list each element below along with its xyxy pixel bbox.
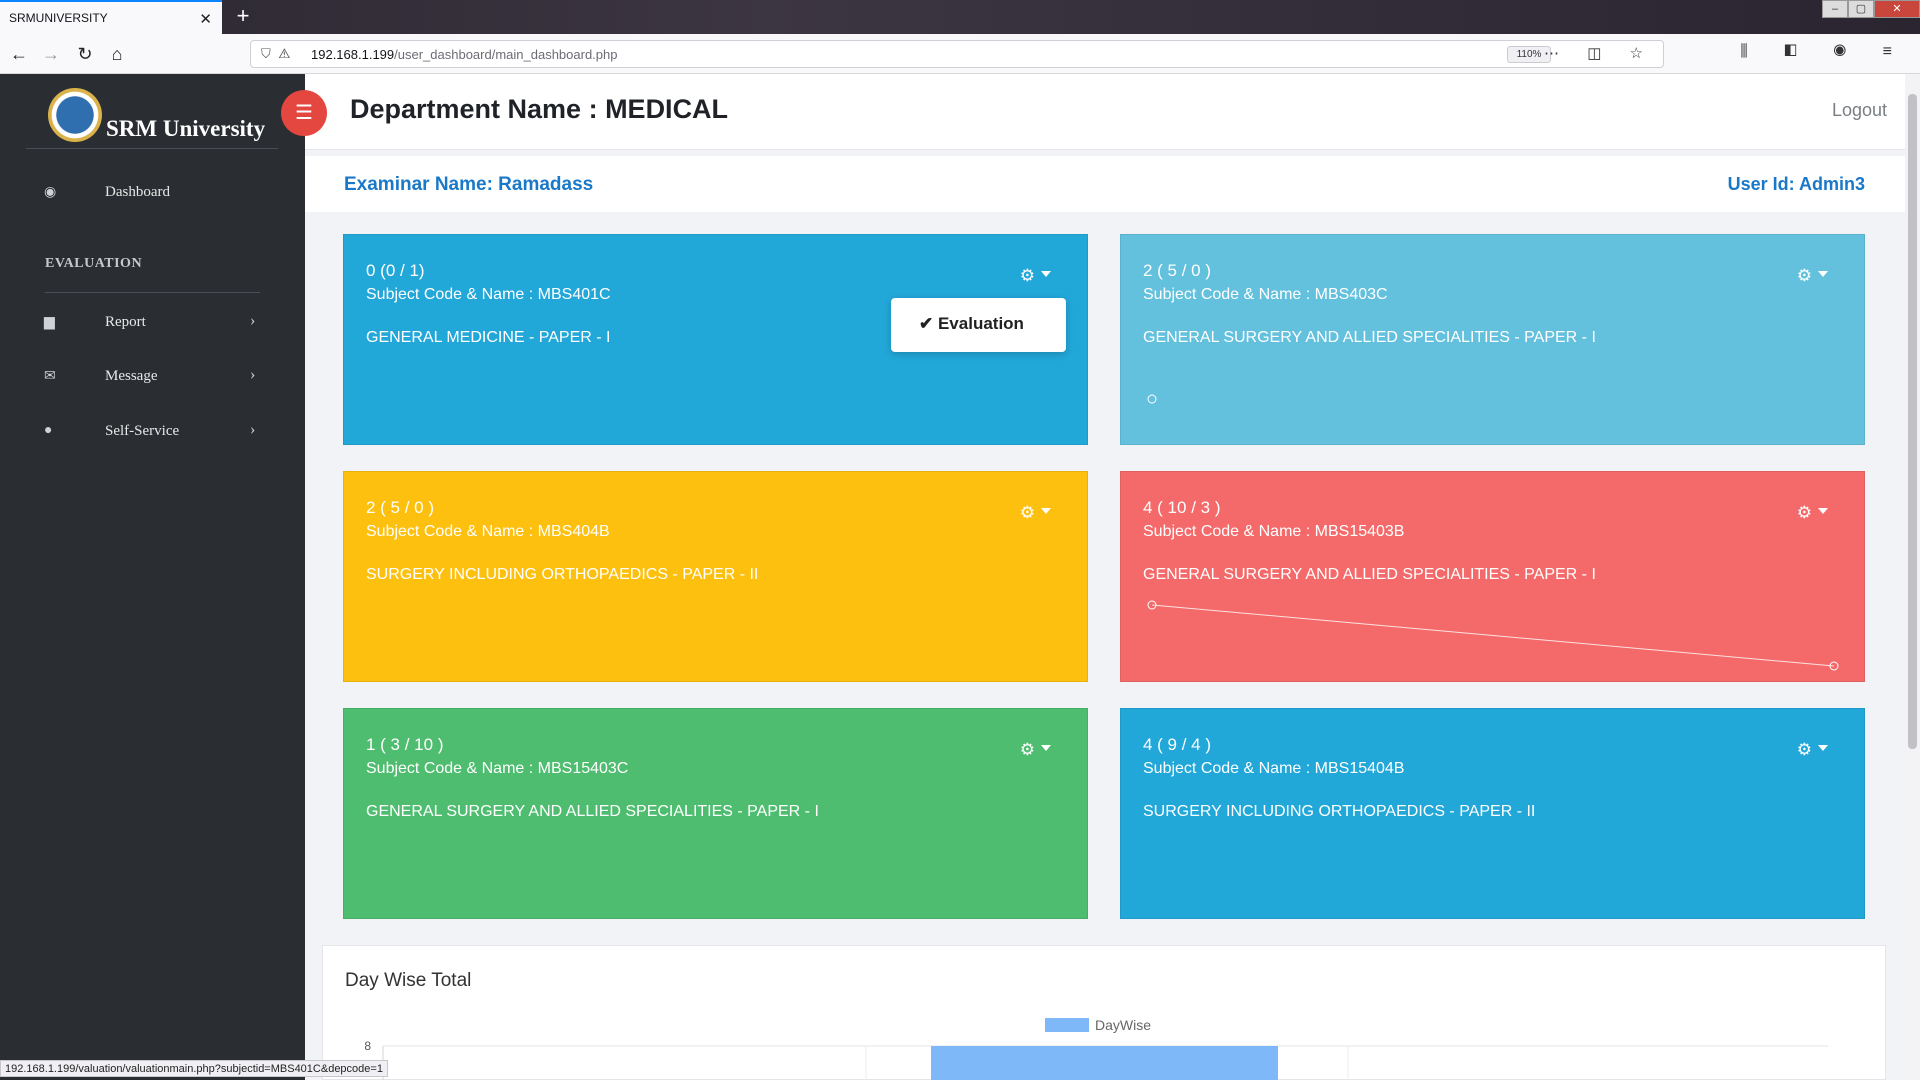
- card-count: 1 ( 3 / 10 ): [366, 735, 444, 754]
- divider: [45, 292, 260, 293]
- examiner-bar: Examinar Name: Ramadass User Id: Admin3: [305, 156, 1905, 212]
- sidebar-item-message[interactable]: ✉ Message ›: [0, 364, 305, 394]
- subject-card[interactable]: 0 (0 / 1) Subject Code & Name : MBS401C …: [343, 234, 1088, 445]
- sidebar-item-label: Self-Service: [105, 423, 180, 439]
- new-tab-icon[interactable]: +: [230, 2, 256, 30]
- sparkline: [1147, 394, 1157, 404]
- browser-tab[interactable]: SRMUNIVERSITY ✕: [0, 0, 222, 34]
- brand-name: SRM University: [106, 116, 266, 141]
- chevron-right-icon: ›: [250, 366, 256, 383]
- minimize-icon[interactable]: –: [1822, 0, 1848, 18]
- gear-icon[interactable]: ⚙: [1020, 266, 1035, 286]
- sidebar-item-self-service[interactable]: ● Self-Service ›: [0, 419, 305, 449]
- dashboard-icon: ◉: [44, 185, 57, 200]
- user-icon: ●: [44, 423, 53, 438]
- y-tick-label: 8: [364, 1039, 371, 1053]
- chevron-right-icon: ›: [250, 421, 256, 438]
- caret-down-icon[interactable]: [1041, 508, 1051, 514]
- sidebar-item-label: Message: [105, 368, 158, 384]
- browser-navbar: ← → ↻ ⌂ ⛉⚠ 192.168.1.199/user_dashboard/…: [0, 34, 1920, 74]
- sidebar-item-label: Report: [105, 314, 146, 330]
- subject-card[interactable]: 4 ( 9 / 4 ) Subject Code & Name : MBS154…: [1120, 708, 1865, 919]
- caret-down-icon[interactable]: [1041, 271, 1051, 277]
- vertical-scrollbar[interactable]: [1905, 74, 1920, 1080]
- tab-title: SRMUNIVERSITY: [9, 11, 108, 25]
- caret-down-icon[interactable]: [1041, 745, 1051, 751]
- sidebar-item-report[interactable]: ▆ Report ›: [0, 310, 305, 340]
- user-id: User Id: Admin3: [1727, 174, 1865, 194]
- envelope-icon: ✉: [44, 369, 56, 384]
- gear-icon[interactable]: ⚙: [1020, 740, 1035, 760]
- section-title: EVALUATION: [45, 256, 143, 271]
- card-subject-name: SURGERY INCLUDING ORTHOPAEDICS - PAPER -…: [1143, 803, 1536, 820]
- university-logo: [48, 88, 102, 142]
- gear-icon[interactable]: ⚙: [1797, 740, 1812, 760]
- maximize-icon[interactable]: ▢: [1848, 0, 1874, 18]
- subject-card[interactable]: 4 ( 10 / 3 ) Subject Code & Name : MBS15…: [1120, 471, 1865, 682]
- day-wise-chart: DayWise 8: [364, 1017, 1828, 1080]
- card-subject-code: Subject Code & Name : MBS15404B: [1143, 760, 1405, 777]
- tab-close-icon[interactable]: ✕: [199, 10, 212, 28]
- page-actions-icon[interactable]: ⋯ ◫ ☆: [1544, 44, 1655, 62]
- gear-icon[interactable]: ⚙: [1020, 503, 1035, 523]
- file-icon: ▆: [44, 315, 55, 330]
- card-count: 2 ( 5 / 0 ): [366, 498, 435, 517]
- back-icon[interactable]: ←: [6, 41, 32, 67]
- card-subject-name: GENERAL SURGERY AND ALLIED SPECIALITIES …: [366, 803, 819, 820]
- card-subject-code: Subject Code & Name : MBS15403C: [366, 760, 629, 777]
- url-bar[interactable]: ⛉⚠ 192.168.1.199/user_dashboard/main_das…: [250, 40, 1664, 68]
- shield-icon: ⛉⚠: [261, 46, 298, 61]
- dropdown-label: Evaluation: [937, 314, 1024, 333]
- examiner-name: Examinar Name: Ramadass: [344, 174, 594, 195]
- subject-card[interactable]: 1 ( 3 / 10 ) Subject Code & Name : MBS15…: [343, 708, 1088, 919]
- browser-tabbar: SRMUNIVERSITY ✕ + – ▢ ✕: [0, 0, 1920, 34]
- evaluation-menu-item[interactable]: ✔ Evaluation: [891, 298, 1066, 352]
- sparkline: [1147, 600, 1839, 671]
- sidebar-item-dashboard[interactable]: ◉ Dashboard: [0, 180, 305, 210]
- subject-card[interactable]: 2 ( 5 / 0 ) Subject Code & Name : MBS403…: [1120, 234, 1865, 445]
- page-title: Department Name : MEDICAL: [350, 94, 729, 124]
- card-subject-name: GENERAL MEDICINE - PAPER - I: [366, 329, 611, 346]
- caret-down-icon[interactable]: [1818, 745, 1828, 751]
- page-header: ☰ Department Name : MEDICAL Logout: [281, 74, 1905, 150]
- forward-icon[interactable]: →: [38, 41, 64, 67]
- home-icon[interactable]: ⌂: [104, 41, 130, 67]
- status-url: 192.168.1.199/valuation/valuationmain.ph…: [0, 1060, 388, 1077]
- window-controls: – ▢ ✕: [1822, 0, 1920, 20]
- close-window-icon[interactable]: ✕: [1874, 0, 1920, 18]
- chevron-right-icon: ›: [250, 312, 256, 329]
- url-text: 192.168.1.199/user_dashboard/main_dashbo…: [311, 47, 618, 62]
- card-subject-code: Subject Code & Name : MBS401C: [366, 286, 611, 303]
- logout-link[interactable]: Logout: [1832, 100, 1887, 121]
- divider: [26, 148, 278, 149]
- reload-icon[interactable]: ↻: [72, 41, 98, 67]
- chart-panel: Day Wise Total DayWise 8: [322, 945, 1886, 1080]
- check-icon: ✔: [919, 314, 938, 333]
- bar: [931, 1046, 1278, 1080]
- legend-label: DayWise: [1095, 1017, 1151, 1033]
- card-count: 4 ( 9 / 4 ): [1143, 735, 1212, 754]
- card-count: 0 (0 / 1): [366, 261, 425, 280]
- subject-card[interactable]: 2 ( 5 / 0 ) Subject Code & Name : MBS404…: [343, 471, 1088, 682]
- sidebar: SRM University ◉ Dashboard EVALUATION ▆ …: [0, 74, 305, 1080]
- toolbar-icons[interactable]: ⫼ ◧ ◉ ≡: [1740, 43, 1908, 61]
- card-subject-name: SURGERY INCLUDING ORTHOPAEDICS - PAPER -…: [366, 566, 759, 583]
- scrollbar-thumb[interactable]: [1908, 94, 1917, 749]
- legend-swatch: [1045, 1018, 1089, 1032]
- card-subject-code: Subject Code & Name : MBS404B: [366, 523, 610, 540]
- sidebar-item-label: Dashboard: [105, 184, 170, 200]
- sparkline-line: [1151, 604, 1835, 667]
- sidebar-toggle-button[interactable]: ☰: [281, 90, 327, 136]
- sparkline-point: [1147, 394, 1157, 404]
